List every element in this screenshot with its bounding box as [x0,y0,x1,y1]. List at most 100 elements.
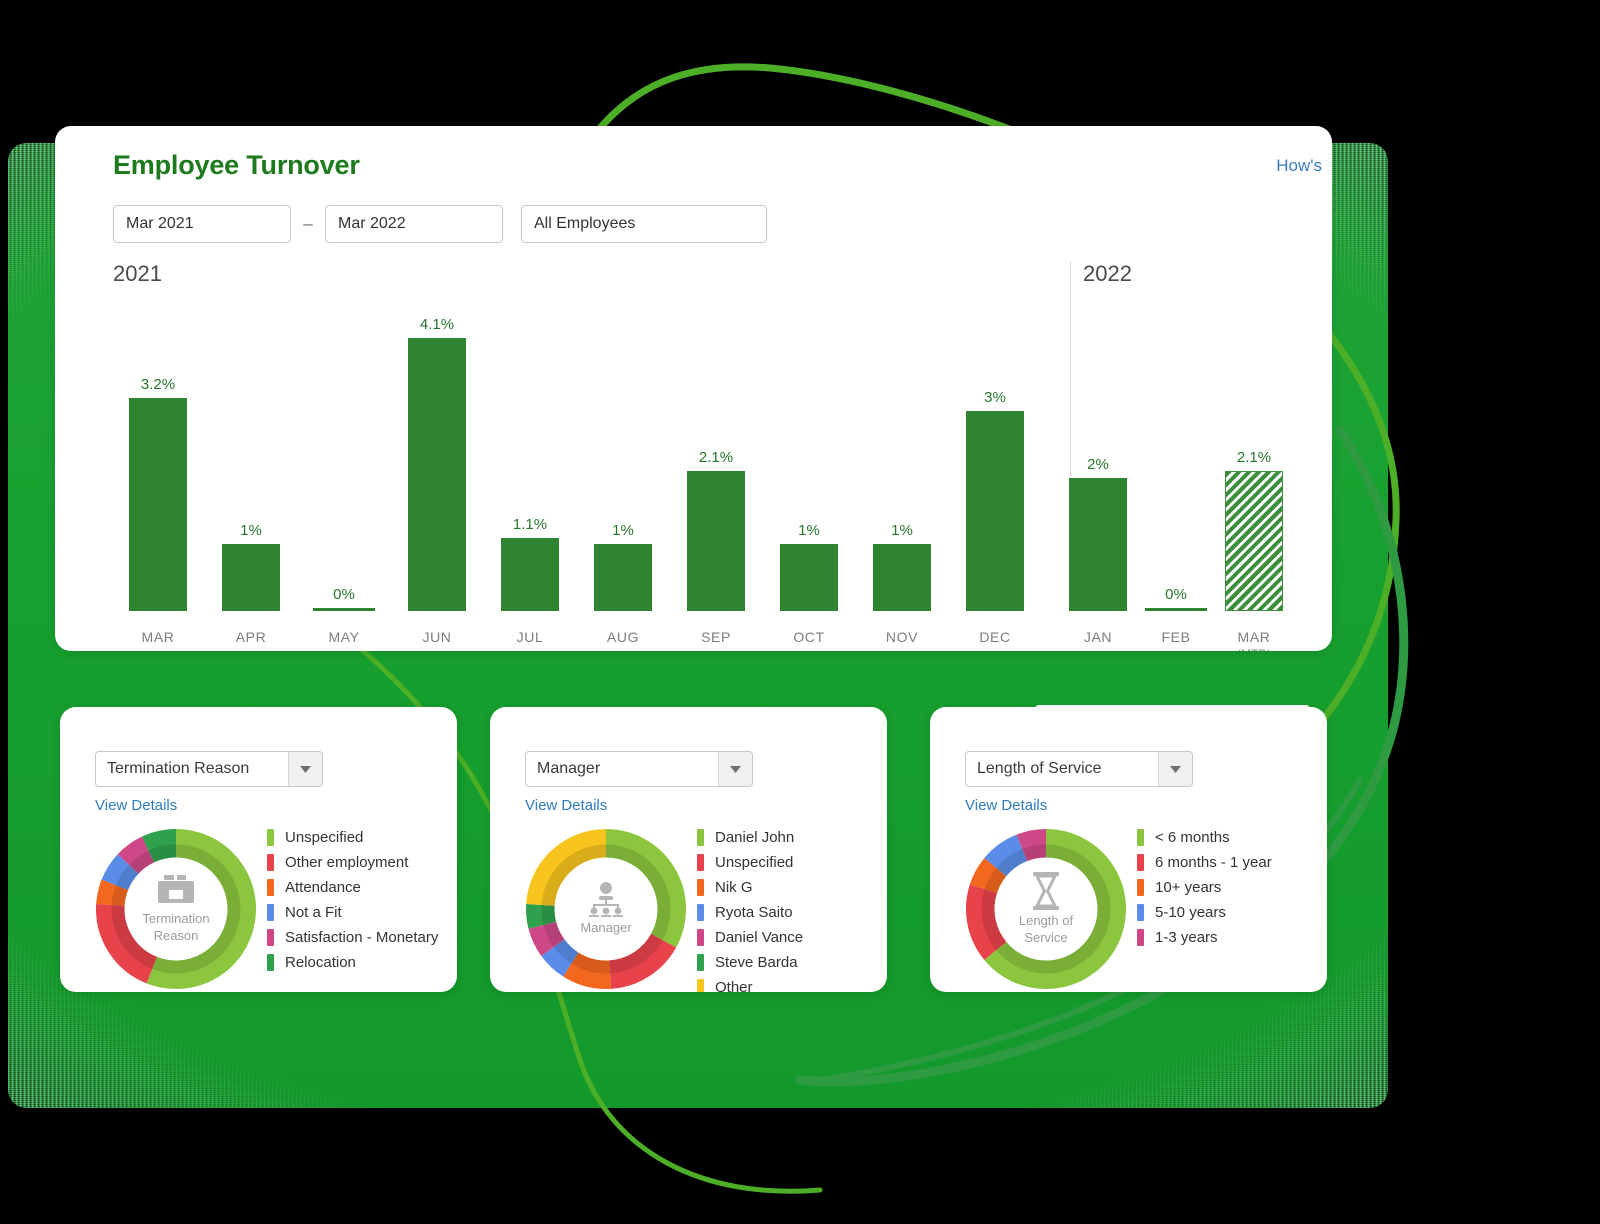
legend-item[interactable]: Attendance [267,875,438,900]
employee-filter-input[interactable]: All Employees [521,205,767,243]
bar-rect[interactable] [129,398,187,611]
bar-column[interactable]: 1% NOV [855,291,949,645]
legend-swatch [267,929,274,946]
bar-column[interactable]: 0% MAY [297,291,391,645]
bar-value-label: 2% [1087,456,1109,473]
legend-item[interactable]: Satisfaction - Monetary [267,925,438,950]
donut-center-label: Length of Service [1019,913,1073,946]
bar-column[interactable]: 3% DEC [948,291,1042,645]
dimension-select[interactable]: Manager [525,751,753,787]
hows-help-link[interactable]: How's [1276,156,1322,176]
bar-rect[interactable] [1145,608,1207,611]
bar-series: 3.2% MAR 1% APR 0% MAY 4.1% JUN 1.1% JUL 1% AUG 2.1%… [111,291,1313,651]
filter-bar: Mar 2021 – Mar 2022 All Employees [55,181,1332,243]
view-details-link[interactable]: View Details [95,797,177,814]
legend-swatch [267,854,274,871]
legend-label: Attendance [285,879,361,896]
donut-center-line2: Service [1024,929,1068,945]
legend-item[interactable]: Steve Barda [697,950,803,975]
donut-chart: Length of Service [962,825,1130,992]
bar-value-label: 4.1% [419,316,455,333]
bar-category-label: MAY [328,629,360,645]
bar-rect[interactable] [408,338,466,611]
chevron-down-icon[interactable] [1158,752,1192,786]
bar-rect[interactable] [222,544,280,611]
legend-item[interactable]: 10+ years [1137,875,1272,900]
legend-label: < 6 months [1155,829,1230,846]
legend-item[interactable]: 1-3 years [1137,925,1272,950]
bar-category-label: DEC [979,629,1011,645]
dimension-select-value: Length of Service [977,760,1102,777]
bar-rect[interactable] [501,538,559,611]
legend-item[interactable]: Relocation [267,950,438,975]
legend-label: Unspecified [285,829,364,846]
bar-rect[interactable] [1225,471,1283,611]
legend-item[interactable]: 5-10 years [1137,900,1272,925]
legend-item[interactable]: Unspecified [697,850,803,875]
employee-turnover-card: Employee Turnover How's Mar 2021 – Mar 2… [55,126,1332,651]
legend-item[interactable]: Daniel Vance [697,925,803,950]
bar-column[interactable]: 4.1% JUN [390,291,484,645]
bar-category-label: JUL [516,629,544,645]
date-to-input[interactable]: Mar 2022 [325,205,503,243]
bar-value-label: 2.1% [698,449,734,466]
chevron-down-icon[interactable] [718,752,752,786]
legend-item[interactable]: Ryota Saito [697,900,803,925]
bar-value-label: 1% [612,522,634,539]
bar-value-label: 0% [333,586,355,603]
view-details-link[interactable]: View Details [525,797,607,814]
legend-item[interactable]: Daniel John [697,825,803,850]
donut-center-line1: Length of [1018,913,1074,929]
bar-rect[interactable] [873,544,931,611]
bar-rect[interactable] [313,608,375,611]
bar-rect[interactable] [687,471,745,611]
termination-reason-card: Termination Reason View Details Terminatio… [60,707,457,992]
bar-rect[interactable] [594,544,652,611]
dimension-select-value: Termination Reason [107,760,250,777]
legend-item[interactable]: < 6 months [1137,825,1272,850]
bar-category-label: AUG [606,629,640,645]
legend-label: 1-3 years [1155,929,1218,946]
bar-rect[interactable] [780,544,838,611]
bar-column[interactable]: 1% OCT [762,291,856,645]
donut-legend: < 6 months 6 months - 1 year 10+ years 5-10… [1137,825,1272,950]
legend-label: Daniel John [715,829,795,846]
dimension-select[interactable]: Termination Reason [95,751,323,787]
legend-label: Satisfaction - Monetary [285,929,439,946]
toolbox-icon [156,874,196,908]
bar-column[interactable]: 2.1% SEP [669,291,763,645]
bar-column[interactable]: 1% APR [204,291,298,645]
donut-chart: Manager [522,825,690,992]
view-details-link[interactable]: View Details [965,797,1047,814]
legend-item[interactable]: Not a Fit [267,900,438,925]
bar-category-label: OCT [793,629,825,645]
bar-column[interactable]: 2.1% MAR (MTD) [1207,291,1301,651]
legend-swatch [697,854,704,871]
legend-swatch [697,904,704,921]
legend-item[interactable]: 6 months - 1 year [1137,850,1272,875]
donut-center-line1: Manager [580,920,632,936]
dimension-select[interactable]: Length of Service [965,751,1193,787]
bar-column[interactable]: 1.1% JUL [483,291,577,645]
legend-item[interactable]: Nik G [697,875,803,900]
dimension-select-value: Manager [537,760,601,777]
bar-category-label: MAR [1237,629,1271,645]
bar-rect[interactable] [1069,478,1127,611]
date-from-input[interactable]: Mar 2021 [113,205,291,243]
donut-center-label: Manager [580,920,631,936]
hourglass-icon [1030,872,1062,911]
legend-swatch [1137,854,1144,871]
chevron-down-icon[interactable] [288,752,322,786]
bar-column[interactable]: 1% AUG [576,291,670,645]
donut-center: Manager [522,825,690,992]
bar-rect[interactable] [966,411,1024,611]
legend-label: Not a Fit [285,904,342,921]
legend-swatch [1137,929,1144,946]
legend-item[interactable]: Unspecified [267,825,438,850]
length-of-service-card: Length of Service View Details Length of Se… [930,707,1327,992]
legend-item[interactable]: Other [697,975,803,992]
bar-column[interactable]: 3.2% MAR [111,291,205,645]
legend-swatch [697,929,704,946]
bar-category-label: MAR [141,629,175,645]
legend-item[interactable]: Other employment [267,850,438,875]
